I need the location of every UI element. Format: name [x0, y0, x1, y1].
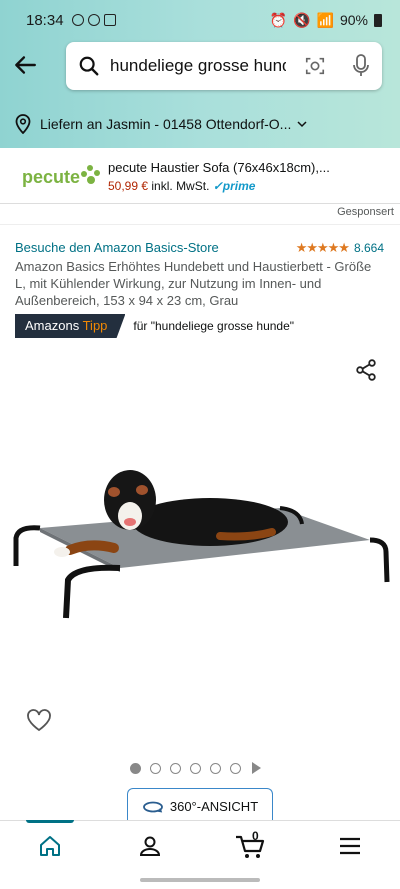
divider [0, 224, 400, 225]
badge-highlight: Tipp [82, 318, 108, 333]
cart-icon [236, 835, 265, 858]
status-time: 18:34 [26, 11, 64, 29]
store-link[interactable]: Besuche den Amazon Basics-Store [15, 240, 219, 255]
mute-icon: 🔇 [293, 11, 311, 28]
carousel-dot[interactable] [190, 762, 201, 774]
location-pin-icon [15, 114, 31, 134]
carousel-dot[interactable] [210, 762, 221, 774]
microphone-icon[interactable] [352, 54, 370, 78]
badge-for-text: für "hundeliege grosse hunde" [133, 319, 295, 333]
carousel-dot[interactable] [150, 762, 161, 774]
system-home-indicator[interactable] [140, 878, 260, 882]
share-icon[interactable] [354, 358, 378, 382]
star-rating-icon: ★★★★★ [295, 240, 350, 255]
battery-icon [374, 13, 382, 27]
nav-account[interactable] [100, 821, 200, 870]
carousel-dot[interactable] [230, 762, 241, 774]
camera-search-icon[interactable] [304, 55, 326, 77]
sponsored-title[interactable]: pecute Haustier Sofa (76x46x18cm),... [108, 160, 330, 175]
amazons-choice-badge: Amazons Tipp für "hundeliege grosse hund… [15, 314, 294, 338]
video-play-icon[interactable] [252, 762, 261, 774]
home-icon [40, 835, 60, 856]
notification-icons [71, 14, 116, 26]
vpn-icon [87, 14, 100, 26]
product-title: Amazon Basics Erhöhtes Hundebett und Hau… [15, 259, 372, 308]
hamburger-menu-icon [340, 837, 360, 854]
battery-percent: 90% [339, 12, 368, 28]
rotate-360-icon [142, 801, 163, 813]
user-icon [139, 836, 161, 856]
svg-text:pecute: pecute [22, 167, 80, 187]
badge-prefix: Amazons [25, 318, 80, 333]
price-suffix: inkl. MwSt. [151, 179, 210, 193]
carousel-dot[interactable] [170, 762, 181, 774]
status-bar: 18:34 ⏰ 🔇 📶 90% [0, 0, 400, 40]
nav-home[interactable] [0, 820, 100, 870]
pecute-logo: pecute [22, 165, 100, 187]
delivery-location[interactable]: Liefern an Jasmin - 01458 Ottendorf-O... [0, 108, 400, 140]
rating[interactable]: ★★★★★ 8.664 [296, 240, 384, 256]
nav-menu[interactable] [300, 821, 400, 870]
system-icons: ⏰ 🔇 📶 90% [270, 12, 382, 29]
cart-count: 0 [252, 829, 259, 843]
view-360-label: 360°-ANSICHT [169, 799, 259, 814]
delivery-text: Liefern an Jasmin - 01458 Ottendorf-O... [40, 116, 292, 132]
heart-icon[interactable] [26, 708, 52, 732]
prime-badge: ✓prime [212, 179, 256, 193]
product-image[interactable] [10, 440, 390, 630]
whatsapp-icon [71, 14, 84, 26]
app-header: 18:34 ⏰ 🔇 📶 90% hundeliege grosse hunde … [0, 0, 400, 148]
chevron-down-icon [297, 121, 307, 128]
review-count: 8.664 [353, 241, 384, 255]
wifi-icon: 📶 [316, 11, 334, 28]
sponsored-product-banner[interactable]: pecute pecute Haustier Sofa (76x46x18cm)… [0, 148, 400, 204]
view-360-button[interactable]: 360°-ANSICHT [127, 788, 273, 824]
nav-cart[interactable]: 0 [200, 821, 300, 870]
image-carousel-dots[interactable] [130, 762, 261, 774]
search-icon [79, 56, 99, 76]
carousel-dot[interactable] [130, 762, 141, 774]
mail-icon [103, 14, 116, 26]
bottom-navigation: 0 [0, 820, 400, 870]
badge-label: Amazons Tipp [15, 314, 126, 338]
search-query-text[interactable]: hundeliege grosse hunde [110, 56, 286, 76]
alarm-icon: ⏰ [269, 11, 288, 28]
search-input[interactable]: hundeliege grosse hunde [66, 42, 382, 90]
sponsored-label[interactable]: Gesponsert [337, 206, 394, 218]
sponsored-price: 50,99 € [108, 179, 149, 193]
search-row: hundeliege grosse hunde [0, 42, 400, 92]
sponsored-price-line: 50,99 € inkl. MwSt. ✓prime [108, 179, 255, 193]
back-arrow-icon[interactable] [12, 52, 38, 78]
